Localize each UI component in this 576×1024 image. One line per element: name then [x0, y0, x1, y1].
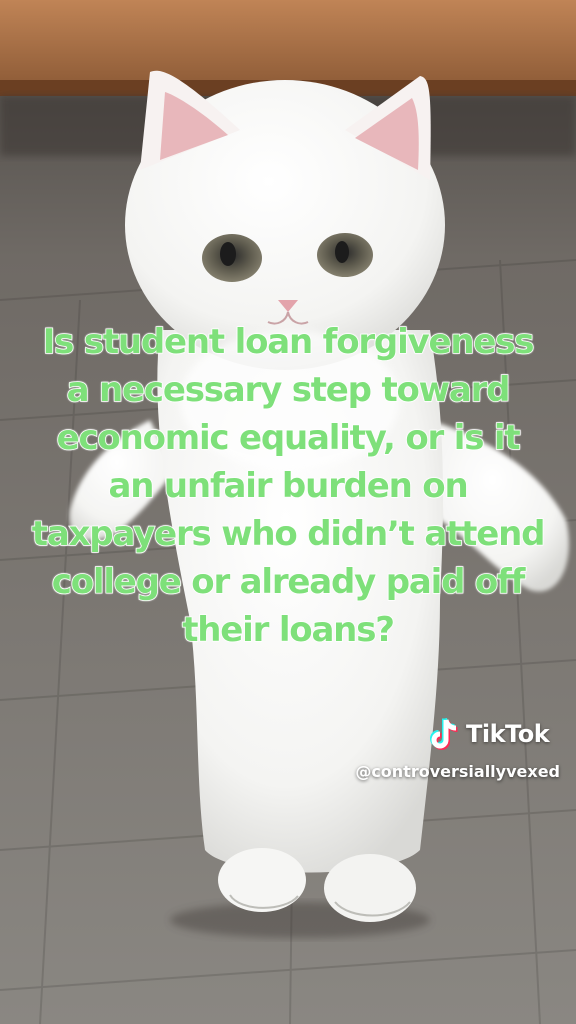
tiktok-watermark: TikTok [428, 716, 550, 752]
video-frame: Is student loan forgiveness a necessary … [0, 0, 576, 1024]
tiktok-note-icon [430, 717, 458, 750]
question-caption: Is student loan forgiveness a necessary … [31, 321, 546, 651]
tiktok-brand-label: TikTok [466, 720, 550, 748]
creator-handle: @controversiallyvexed [355, 762, 560, 781]
